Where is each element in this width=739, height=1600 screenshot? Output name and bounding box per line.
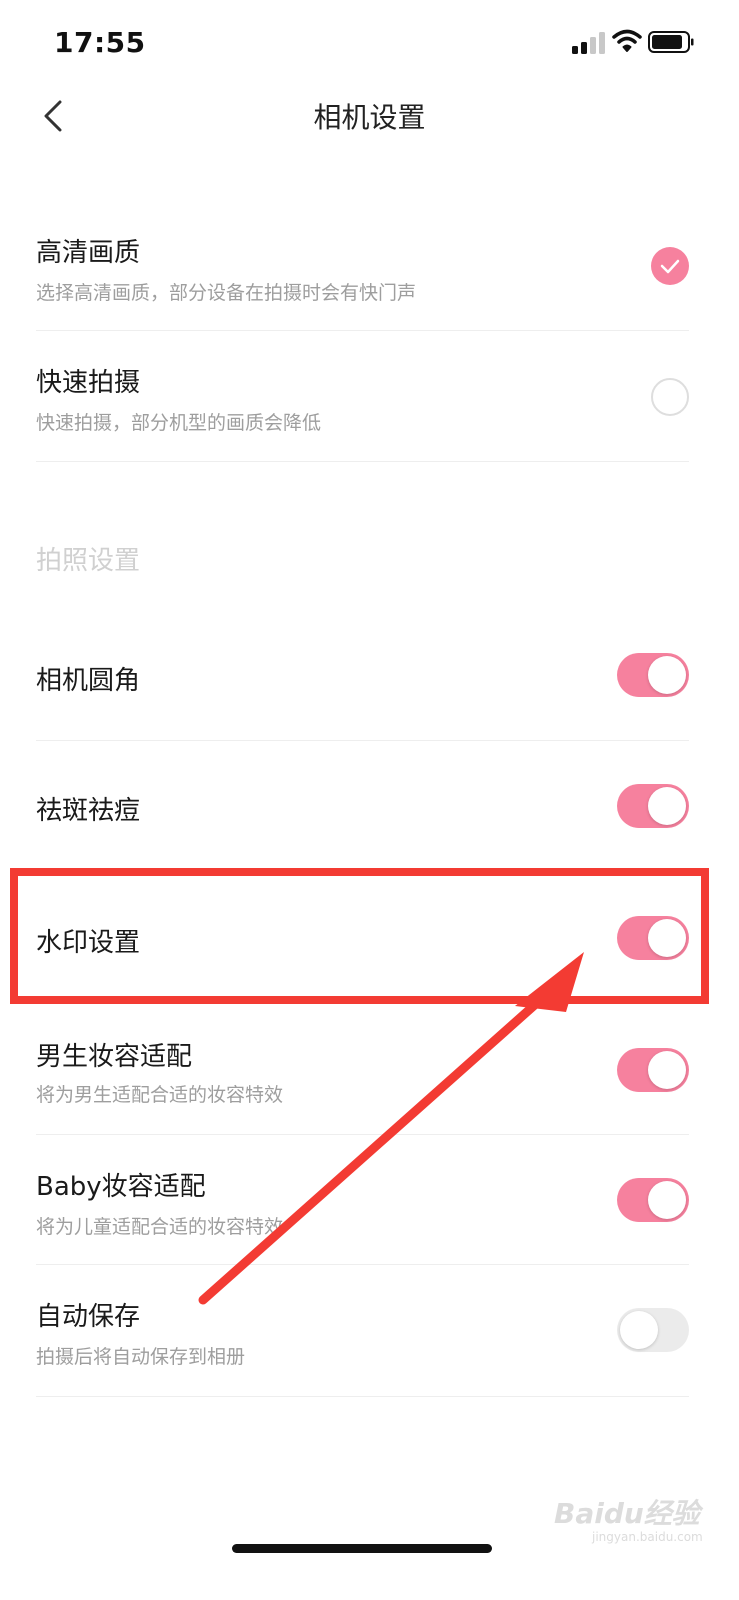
battery-icon: [648, 31, 694, 53]
divider: [36, 330, 689, 331]
divider: [36, 461, 689, 462]
option-title: 高清画质: [36, 238, 141, 268]
home-indicator[interactable]: [232, 1544, 492, 1553]
setting-title: Baby妆容适配: [36, 1172, 206, 1202]
option-subtitle: 快速拍摄，部分机型的画质会降低: [36, 412, 322, 434]
annotation-highlight-box: [10, 868, 709, 1004]
setting-subtitle: 将为儿童适配合适的妆容特效: [36, 1216, 284, 1238]
toggle-knob: [648, 656, 686, 694]
divider: [36, 740, 689, 741]
setting-title: 祛斑祛痘: [36, 796, 141, 826]
option-title: 快速拍摄: [36, 368, 141, 398]
setting-title: 相机圆角: [36, 666, 141, 696]
page-title: 相机设置: [313, 101, 426, 134]
quality-option-hd[interactable]: 高清画质 选择高清画质，部分设备在拍摄时会有快门声: [0, 210, 739, 330]
toggle-knob: [648, 787, 686, 825]
toggle-switch[interactable]: [617, 653, 689, 697]
watermark-url: jingyan.baidu.com: [592, 1530, 703, 1544]
baidu-watermark: Baidu经验: [554, 1497, 700, 1530]
quality-option-fast[interactable]: 快速拍摄 快速拍摄，部分机型的画质会降低: [0, 340, 739, 460]
setting-row-auto-save: 自动保存 拍摄后将自动保存到相册: [0, 1276, 739, 1396]
setting-title: 自动保存: [36, 1302, 141, 1332]
setting-subtitle: 拍摄后将自动保存到相册: [36, 1346, 246, 1368]
setting-row-blemish: 祛斑祛痘: [0, 750, 739, 870]
setting-subtitle: 将为男生适配合适的妆容特效: [36, 1084, 284, 1106]
divider: [36, 1134, 689, 1135]
divider: [36, 1396, 689, 1397]
setting-title: 男生妆容适配: [36, 1042, 193, 1072]
cellular-signal-icon: [572, 32, 606, 54]
status-time: 17:55: [54, 26, 146, 59]
toggle-knob: [648, 1051, 686, 1089]
section-header: 拍照设置: [36, 546, 141, 576]
divider: [36, 1264, 689, 1265]
radio-checked[interactable]: [651, 247, 689, 285]
toggle-knob: [648, 1181, 686, 1219]
option-subtitle: 选择高清画质，部分设备在拍摄时会有快门声: [36, 282, 417, 304]
toggle-switch[interactable]: [617, 1178, 689, 1222]
setting-row-camera-corner: 相机圆角: [0, 620, 739, 740]
setting-row-male-makeup: 男生妆容适配 将为男生适配合适的妆容特效: [0, 1014, 739, 1134]
toggle-switch[interactable]: [617, 1308, 689, 1352]
radio-unchecked[interactable]: [651, 378, 689, 416]
toggle-switch[interactable]: [617, 784, 689, 828]
wifi-icon: [612, 29, 642, 52]
setting-row-baby-makeup: Baby妆容适配 将为儿童适配合适的妆容特效: [0, 1146, 739, 1266]
check-icon: [660, 259, 680, 274]
toggle-switch[interactable]: [617, 1048, 689, 1092]
toggle-knob: [620, 1311, 658, 1349]
